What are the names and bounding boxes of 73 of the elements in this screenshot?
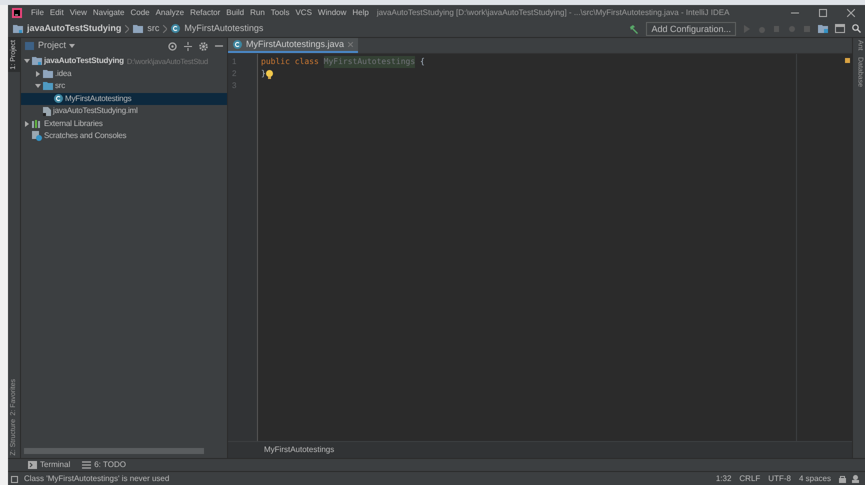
hammer-icon[interactable] bbox=[629, 24, 640, 34]
class-icon bbox=[233, 40, 242, 49]
encoding[interactable]: UTF-8 bbox=[768, 472, 791, 484]
folder-icon bbox=[13, 24, 23, 32]
breadcrumb-item[interactable]: MyFirstAutotestings bbox=[184, 22, 264, 36]
menu-item[interactable]: Navigate bbox=[92, 6, 124, 18]
terminal-icon bbox=[28, 461, 37, 469]
menu-item[interactable]: View bbox=[70, 6, 87, 18]
maximize-icon[interactable] bbox=[819, 8, 827, 16]
menu-item[interactable]: Code bbox=[130, 6, 150, 18]
folder-icon bbox=[32, 57, 42, 66]
code-text: } bbox=[261, 68, 266, 80]
caret-position[interactable]: 1:32 bbox=[716, 472, 732, 484]
status-icon[interactable] bbox=[11, 474, 19, 482]
close-icon[interactable] bbox=[847, 8, 855, 16]
menu-item[interactable]: Edit bbox=[50, 6, 64, 18]
app-logo-icon bbox=[12, 8, 22, 18]
menu-item[interactable]: File bbox=[31, 6, 44, 18]
panel-icon bbox=[25, 42, 34, 50]
list-icon bbox=[82, 461, 92, 469]
expanded-arrow-icon bbox=[24, 58, 30, 64]
menu-item[interactable]: Tools bbox=[270, 6, 290, 18]
menu-item[interactable]: Build bbox=[226, 6, 244, 18]
expanded-arrow-icon bbox=[35, 83, 41, 90]
marker-icon bbox=[845, 58, 850, 63]
editor-tab[interactable]: MyFirstAutotestings.java bbox=[228, 38, 358, 53]
collapsed-arrow-icon bbox=[24, 120, 30, 127]
tree-item[interactable]: .idea bbox=[21, 68, 227, 80]
search-icon[interactable] bbox=[852, 24, 861, 33]
window-title: javaAutoTestStudying [D:\work\javaAutoTestStudying] - ...\src\MyFirstAutotesting.java - IntelliJ IDEA bbox=[376, 6, 730, 18]
editor-breadcrumb[interactable]: MyFirstAutotestings bbox=[264, 444, 334, 456]
tree-item[interactable]: Scratches and Consoles bbox=[21, 130, 227, 142]
menu-item[interactable]: Analyze bbox=[156, 6, 184, 18]
locate-icon[interactable] bbox=[168, 42, 177, 50]
lock-icon[interactable] bbox=[839, 474, 846, 482]
library-icon bbox=[32, 120, 42, 128]
window-icon[interactable] bbox=[835, 24, 845, 33]
file-icon bbox=[43, 106, 51, 116]
close-icon bbox=[348, 42, 354, 47]
chevron-icon bbox=[163, 24, 168, 32]
inspector-icon[interactable] bbox=[852, 474, 859, 482]
collapsed-arrow-icon bbox=[35, 70, 41, 77]
panel-title[interactable]: Project bbox=[38, 39, 66, 53]
menu-item[interactable]: Help bbox=[352, 6, 369, 18]
settings-icon[interactable] bbox=[199, 42, 208, 50]
chevron-icon bbox=[125, 24, 130, 32]
caret-icon[interactable] bbox=[69, 44, 76, 48]
menu-item[interactable]: Window bbox=[318, 6, 346, 18]
tree-item[interactable]: MyFirstAutotestings bbox=[21, 92, 227, 105]
collapse-icon[interactable] bbox=[184, 42, 192, 50]
tool-window-tab[interactable]: Terminal bbox=[28, 459, 70, 471]
code-text: { bbox=[418, 56, 425, 68]
menu-item[interactable]: VCS bbox=[295, 6, 312, 18]
indent-setting[interactable]: 4 spaces bbox=[798, 472, 831, 484]
tree-item[interactable]: src bbox=[21, 80, 227, 92]
tool-window-tab[interactable]: 6: TODO bbox=[82, 459, 126, 471]
folder-icon bbox=[133, 24, 144, 32]
status-message: Class 'MyFirstAutotestings' is never used bbox=[24, 472, 170, 484]
tree-item[interactable]: javaAutoTestStudying.iml bbox=[21, 105, 227, 118]
line-separator[interactable]: CRLF bbox=[739, 472, 760, 484]
code-text: public class bbox=[261, 56, 320, 68]
tree-item[interactable]: External Libraries bbox=[21, 118, 227, 130]
breadcrumb-item[interactable]: javaAutoTestStudying bbox=[27, 22, 122, 36]
breadcrumb-item[interactable]: src bbox=[147, 22, 160, 36]
scroll-bar[interactable] bbox=[24, 448, 204, 454]
class-icon bbox=[171, 24, 180, 33]
project-structure-icon[interactable] bbox=[818, 24, 828, 33]
code-text: MyFirstAutotestings bbox=[324, 56, 416, 68]
class-icon bbox=[54, 94, 63, 104]
menu-item[interactable]: Run bbox=[250, 6, 265, 18]
menu-item[interactable]: Refactor bbox=[190, 6, 220, 18]
add-configuration-button[interactable]: Add Configuration... bbox=[646, 22, 736, 36]
scratch-icon bbox=[32, 131, 42, 142]
